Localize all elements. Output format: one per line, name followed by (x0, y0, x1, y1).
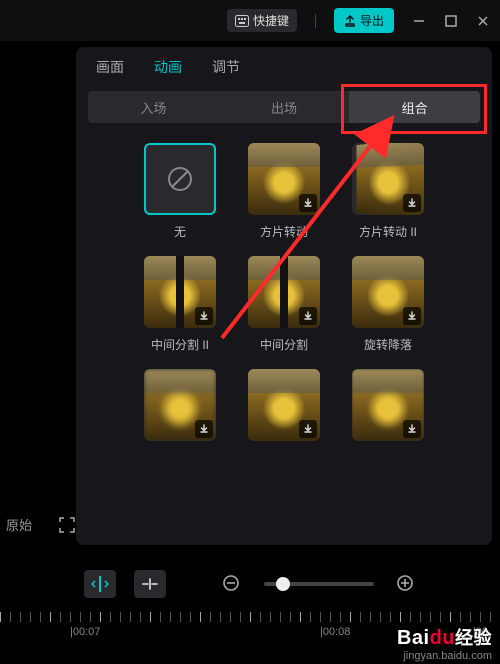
subtab-in[interactable]: 入场 (88, 91, 219, 123)
zoom-out-button[interactable] (222, 574, 242, 594)
tab-animation[interactable]: 动画 (154, 57, 182, 77)
download-icon[interactable] (403, 194, 421, 212)
none-icon (165, 164, 195, 194)
animation-thumb (248, 256, 320, 328)
animation-item[interactable] (238, 369, 330, 449)
animation-item[interactable]: 旋转降落 (342, 256, 434, 353)
download-icon[interactable] (299, 194, 317, 212)
split-tool[interactable] (84, 570, 116, 598)
hotkey-label: 快捷键 (253, 12, 289, 29)
download-icon[interactable] (195, 420, 213, 438)
animation-label: 无 (134, 223, 226, 240)
animation-thumb (144, 143, 216, 215)
sub-tabs: 入场 出场 组合 (88, 91, 480, 123)
export-label: 导出 (360, 12, 384, 29)
close-button[interactable] (476, 14, 490, 28)
animation-thumb (352, 256, 424, 328)
animation-item[interactable] (342, 369, 434, 449)
download-icon[interactable] (299, 307, 317, 325)
minimize-button[interactable] (412, 14, 426, 28)
zoom-slider-knob[interactable] (276, 577, 290, 591)
download-icon[interactable] (195, 307, 213, 325)
export-icon (344, 15, 356, 27)
download-icon[interactable] (403, 420, 421, 438)
time-mark: |00:08 (320, 626, 350, 638)
animation-grid: 无方片转动方片转动 II 中间分割 II 中间分割旋转降落 (88, 143, 480, 449)
fullscreen-icon[interactable] (58, 516, 76, 534)
animation-label: 中间分割 (238, 336, 330, 353)
animation-item[interactable]: 中间分割 II (134, 256, 226, 353)
original-label: 原始 (6, 515, 32, 534)
download-icon[interactable] (299, 420, 317, 438)
keyboard-icon (235, 15, 249, 27)
time-mark: |00:07 (70, 626, 100, 638)
download-icon[interactable] (403, 307, 421, 325)
subtab-out[interactable]: 出场 (219, 91, 350, 123)
maximize-button[interactable] (444, 14, 458, 28)
divider (315, 14, 316, 28)
animation-item[interactable]: 方片转动 (238, 143, 330, 240)
animation-label: 旋转降落 (342, 336, 434, 353)
export-button[interactable]: 导出 (334, 8, 394, 33)
zoom-in-button[interactable] (396, 574, 416, 594)
hotkey-button[interactable]: 快捷键 (227, 9, 297, 32)
animation-thumb (352, 143, 424, 215)
toolbar (0, 564, 500, 604)
animation-panel: 画面 动画 调节 入场 出场 组合 无方片转动方片转动 II 中间分割 II 中间分… (76, 47, 492, 545)
subtab-combo[interactable]: 组合 (349, 91, 480, 123)
animation-thumb (248, 143, 320, 215)
animation-label: 方片转动 II (342, 223, 434, 240)
animation-thumb (352, 369, 424, 441)
tab-adjust[interactable]: 调节 (212, 57, 240, 77)
watermark: Baidu经验 jingyan.baidu.com (397, 624, 492, 662)
animation-item[interactable] (134, 369, 226, 449)
cut-tool[interactable] (134, 570, 166, 598)
animation-item[interactable]: 方片转动 II (342, 143, 434, 240)
animation-item[interactable]: 无 (134, 143, 226, 240)
animation-item[interactable]: 中间分割 (238, 256, 330, 353)
animation-thumb (248, 369, 320, 441)
animation-thumb (144, 369, 216, 441)
animation-label: 方片转动 (238, 223, 330, 240)
animation-label: 中间分割 II (134, 336, 226, 353)
top-tabs: 画面 动画 调节 (88, 57, 480, 77)
zoom-slider[interactable] (264, 582, 374, 586)
timeline-ticks (0, 612, 500, 622)
tab-picture[interactable]: 画面 (96, 57, 124, 77)
animation-thumb (144, 256, 216, 328)
